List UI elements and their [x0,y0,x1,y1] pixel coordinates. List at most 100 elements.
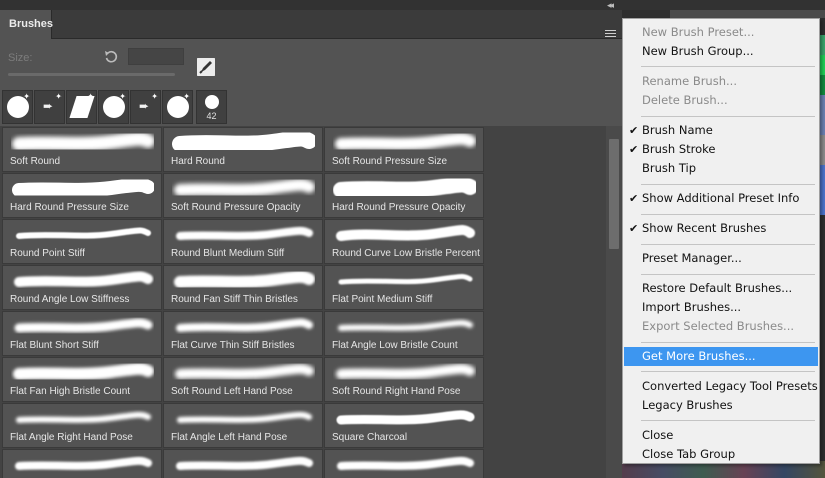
brush-preset[interactable]: Soft Round Pressure Opacity [163,173,323,218]
brush-stroke-preview [14,271,153,287]
size-slider[interactable] [8,73,175,76]
menu-item-brush-stroke[interactable]: ✔ Brush Stroke [624,140,818,159]
brush-preset[interactable]: Flat Angle Low Bristle Count [324,311,484,356]
brush-name: Soft Round [10,156,61,167]
brush-preset[interactable]: Flat Angle Left Hand Pose [163,403,323,448]
brush-stroke-preview [12,132,154,151]
menu-item-label: Converted Legacy Tool Presets [642,379,818,393]
brush-preset[interactable]: Flat Point Medium Stiff [324,265,484,310]
brush-tip-icon [205,95,219,109]
brush-stroke-preview [174,270,315,288]
brush-preset[interactable]: Round Blunt Medium Stiff [163,219,323,264]
stroke-path [175,363,314,379]
recent-brush-round-brush[interactable]: ✦ [2,90,33,124]
menu-item-restore-default-brushes[interactable]: Restore Default Brushes... [624,279,818,298]
brush-preset[interactable]: Round Angle Low Stiffness [2,265,162,310]
menu-item-label: New Brush Group... [642,44,754,58]
menu-item-brush-tip[interactable]: Brush Tip [624,159,818,178]
brush-name: Round Curve Low Bristle Percent [332,248,480,259]
brush-name: Soft Round Left Hand Pose [171,386,293,397]
collapse-panels-icon[interactable]: ◂◂ [607,0,614,10]
brush-name: Flat Blunt Short Stiff [10,340,99,351]
brush-name: Flat Point Medium Stiff [332,294,433,305]
brush-preset[interactable]: Flat Fan High Bristle Count [2,357,162,402]
stroke-path [336,363,475,379]
brush-preset[interactable]: Hard Round Pressure Opacity [324,173,484,218]
menu-item-label: Show Recent Brushes [642,221,767,235]
scroll-thumb[interactable] [609,139,619,249]
recent-brush-small-round-brush[interactable]: 42 [196,90,227,124]
menu-item-close[interactable]: Close [624,426,818,445]
menu-item-brush-name[interactable]: ✔ Brush Name [624,121,818,140]
menu-item-get-more-brushes[interactable]: Get More Brushes... [624,347,818,366]
brush-stroke-preview [335,132,476,150]
recent-brush-arrow-brush[interactable]: ✦ [130,90,161,124]
brush-preset[interactable]: Soft Round Pressure Size [324,127,484,172]
recent-brush-round-brush[interactable]: ✦ [98,90,129,124]
recent-brushes-row: ✦ ✦ ✦ ✦ ✦ ✦ 42 [0,88,622,126]
brush-name: Flat Angle Low Bristle Count [332,340,458,351]
stroke-path [336,225,475,241]
brush-preset[interactable]: Round Curve Low Bristle Percent [324,219,484,264]
brush-preset[interactable]: Round Point Stiff [2,219,162,264]
brush-preset[interactable]: Soft Round Left Hand Pose [163,357,323,402]
menu-item-preset-manager[interactable]: Preset Manager... [624,249,818,268]
menu-item-label: New Brush Preset... [642,25,755,39]
recent-brush-arrow-brush[interactable]: ✦ [34,90,65,124]
panel-menu-icon[interactable] [605,30,616,38]
size-input[interactable] [128,48,184,65]
checkmark-icon: ✔ [629,222,639,235]
brush-preset[interactable]: Round Fan Stiff Thin Bristles [163,265,323,310]
stroke-path [16,227,151,239]
brush-name: Flat Angle Right Hand Pose [10,432,133,443]
brush-preset[interactable]: Soft Round Right Hand Pose [324,357,484,402]
brush-name: Hard Round [171,156,225,167]
brush-stroke-preview [13,362,154,380]
brush-preset[interactable]: Square Charcoal [324,403,484,448]
brush-name: Flat Curve Thin Stiff Bristles [171,340,295,351]
brush-preset[interactable] [324,449,484,478]
brush-name: Soft Round Pressure Opacity [171,202,301,213]
sparkle-icon: ✦ [183,92,190,101]
brush-settings-icon[interactable] [197,58,215,76]
tab-brushes[interactable]: Brushes [0,10,53,39]
brush-preset[interactable] [2,449,162,478]
menu-item-legacy-brushes[interactable]: Legacy Brushes [624,396,818,415]
brush-size-controls: Size: [0,40,622,88]
stroke-path [172,132,315,152]
brush-preset[interactable]: Flat Angle Right Hand Pose [2,403,162,448]
brush-stroke-preview [174,178,315,196]
menu-separator [641,274,815,275]
menu-separator [641,244,815,245]
menu-separator [641,371,815,372]
brush-name: Round Point Stiff [10,248,85,259]
brush-stroke-preview [337,456,474,470]
brush-stroke-preview [176,318,313,332]
stroke-path [16,411,151,423]
menu-separator [641,66,815,67]
brush-preset[interactable]: Soft Round [2,127,162,172]
menu-item-show-additional-preset-info[interactable]: ✔ Show Additional Preset Info [624,189,818,208]
menu-item-converted-legacy-tool-presets[interactable]: Converted Legacy Tool Presets [624,377,818,396]
brush-preset[interactable]: Hard Round Pressure Size [2,173,162,218]
brush-preset[interactable]: Hard Round [163,127,323,172]
brush-stroke-preview [177,411,312,423]
checkmark-icon: ✔ [629,143,639,156]
brush-grid-scrollbar[interactable] [606,126,622,478]
stroke-path [337,456,474,470]
brush-size-count: 42 [206,111,217,121]
menu-item-close-tab-group[interactable]: Close Tab Group [624,445,818,464]
reset-size-icon[interactable] [104,50,118,64]
menu-item-import-brushes[interactable]: Import Brushes... [624,298,818,317]
brush-preset[interactable]: Flat Curve Thin Stiff Bristles [163,311,323,356]
brush-preset[interactable] [163,449,323,478]
menu-item-new-brush-group[interactable]: New Brush Group... [624,42,818,61]
brush-stroke-preview [16,411,151,423]
brush-stroke-preview [336,410,475,425]
brush-stroke-preview [336,363,475,379]
recent-brush-round-brush[interactable]: ✦ [162,90,193,124]
checkmark-icon: ✔ [629,124,639,137]
brush-preset[interactable]: Flat Blunt Short Stiff [2,311,162,356]
menu-item-show-recent-brushes[interactable]: ✔ Show Recent Brushes [624,219,818,238]
recent-brush-parallelogram-brush[interactable]: ✦ [66,90,97,124]
